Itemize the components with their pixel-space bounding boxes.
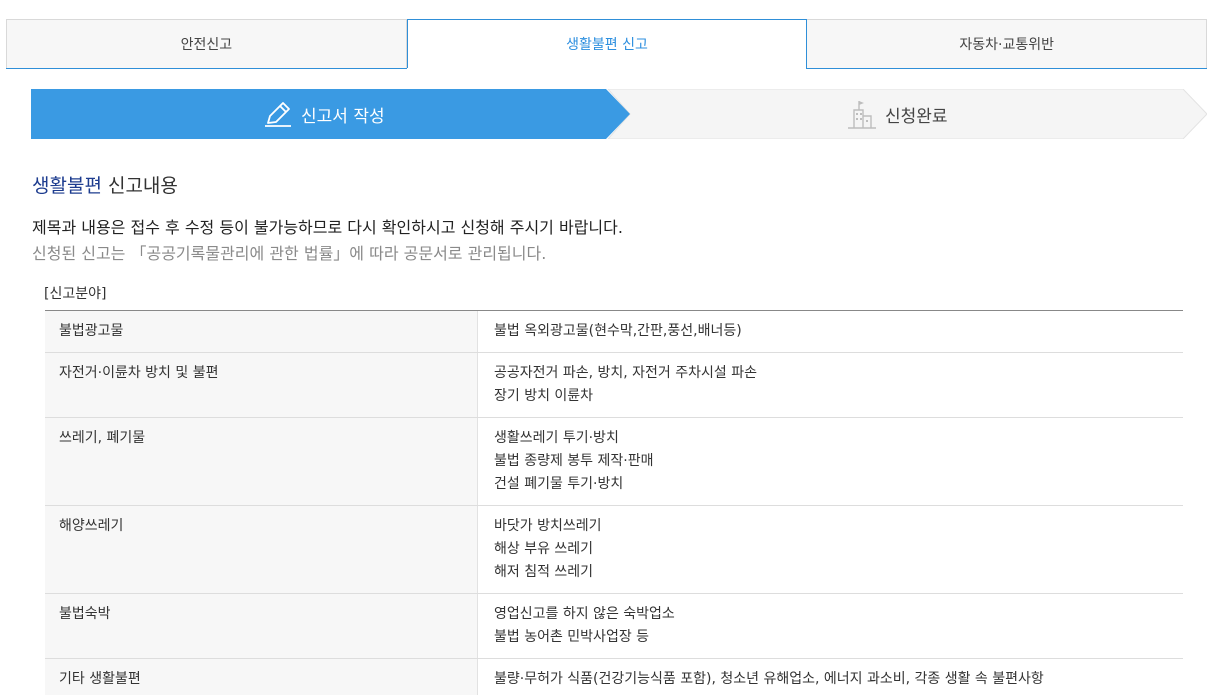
- category-item: 생활쓰레기 투기·방치: [494, 430, 619, 446]
- category-item: 불법 종량제 봉투 제작·판매: [494, 453, 654, 469]
- notice-secondary: 신청된 신고는 「공공기록물관리에 관한 법률」에 따라 공문서로 관리됩니다.: [32, 244, 547, 263]
- category-item: 장기 방치 이륜차: [494, 388, 594, 404]
- table-row: 불법숙박 영업신고를 하지 않은 숙박업소 불법 농어촌 민박사업장 등: [45, 594, 1183, 659]
- category-item: 공공자전거 파손, 방치, 자전거 주차시설 파손: [494, 365, 757, 381]
- category-item: 영업신고를 하지 않은 숙박업소: [494, 606, 675, 622]
- category-name: 쓰레기, 폐기물: [45, 418, 477, 505]
- table-row: 자전거·이륜차 방치 및 불편 공공자전거 파손, 방치, 자전거 주차시설 파…: [45, 353, 1183, 418]
- tabs-underline-gap: [407, 68, 806, 69]
- building-flag-icon: [848, 101, 876, 129]
- category-item: 불량·무허가 식품(건강기능식품 포함), 청소년 유해업소, 에너지 과소비,…: [494, 671, 1044, 687]
- table-row: 쓰레기, 폐기물 생활쓰레기 투기·방치 불법 종량제 봉투 제작·판매 건설 …: [45, 418, 1183, 506]
- step-write-report: 신고서 작성: [263, 89, 385, 139]
- category-items: 불법 옥외광고물(현수막,간판,풍선,배너등): [477, 311, 1183, 352]
- table-row: 불법광고물 불법 옥외광고물(현수막,간판,풍선,배너등): [45, 311, 1183, 353]
- notice-primary: 제목과 내용은 접수 후 수정 등이 불가능하므로 다시 확인하시고 신청해 주…: [32, 218, 623, 237]
- category-items: 불량·무허가 식품(건강기능식품 포함), 청소년 유해업소, 에너지 과소비,…: [477, 659, 1183, 695]
- category-name: 기타 생활불편: [45, 659, 477, 695]
- category-item: 건설 폐기물 투기·방치: [494, 476, 624, 492]
- tab-safety-report[interactable]: 안전신고: [6, 19, 407, 69]
- category-items: 영업신고를 하지 않은 숙박업소 불법 농어촌 민박사업장 등: [477, 594, 1183, 658]
- category-item: 해저 침적 쓰레기: [494, 564, 594, 580]
- section-title-rest: 신고내용: [101, 175, 178, 197]
- tab-living-inconvenience[interactable]: 생활불편 신고: [406, 19, 808, 69]
- step-complete-label: 신청완료: [885, 106, 948, 127]
- report-category-table: 불법광고물 불법 옥외광고물(현수막,간판,풍선,배너등) 자전거·이륜차 방치…: [45, 310, 1183, 695]
- category-name: 해양쓰레기: [45, 506, 477, 593]
- category-item: 불법 농어촌 민박사업장 등: [494, 629, 650, 645]
- category-item: 불법 옥외광고물(현수막,간판,풍선,배너등): [494, 323, 742, 339]
- category-name: 자전거·이륜차 방치 및 불편: [45, 353, 477, 417]
- tab-vehicle-traffic[interactable]: 자동차·교통위반: [807, 19, 1208, 69]
- category-items: 생활쓰레기 투기·방치 불법 종량제 봉투 제작·판매 건설 폐기물 투기·방치: [477, 418, 1183, 505]
- category-items: 바닷가 방치쓰레기 해상 부유 쓰레기 해저 침적 쓰레기: [477, 506, 1183, 593]
- step-write-report-label: 신고서 작성: [301, 106, 385, 127]
- category-name: 불법숙박: [45, 594, 477, 658]
- category-name: 불법광고물: [45, 311, 477, 352]
- section-title-accent: 생활불편: [32, 175, 102, 197]
- report-field-label: [신고분야]: [44, 286, 107, 302]
- pencil-icon: [265, 102, 291, 127]
- step-complete: 신청완료: [845, 89, 948, 139]
- category-item: 바닷가 방치쓰레기: [494, 518, 602, 534]
- category-item: 해상 부유 쓰레기: [494, 541, 594, 557]
- report-type-tabs: 안전신고 생활불편 신고 자동차·교통위반: [6, 19, 1208, 69]
- section-title: 생활불편 신고내용: [32, 171, 178, 198]
- table-row: 기타 생활불편 불량·무허가 식품(건강기능식품 포함), 청소년 유해업소, …: [45, 659, 1183, 695]
- steps-background: [31, 89, 1207, 139]
- progress-steps: 신고서 작성 신청완료: [31, 89, 1207, 139]
- table-row: 해양쓰레기 바닷가 방치쓰레기 해상 부유 쓰레기 해저 침적 쓰레기: [45, 506, 1183, 594]
- category-items: 공공자전거 파손, 방치, 자전거 주차시설 파손 장기 방치 이륜차: [477, 353, 1183, 417]
